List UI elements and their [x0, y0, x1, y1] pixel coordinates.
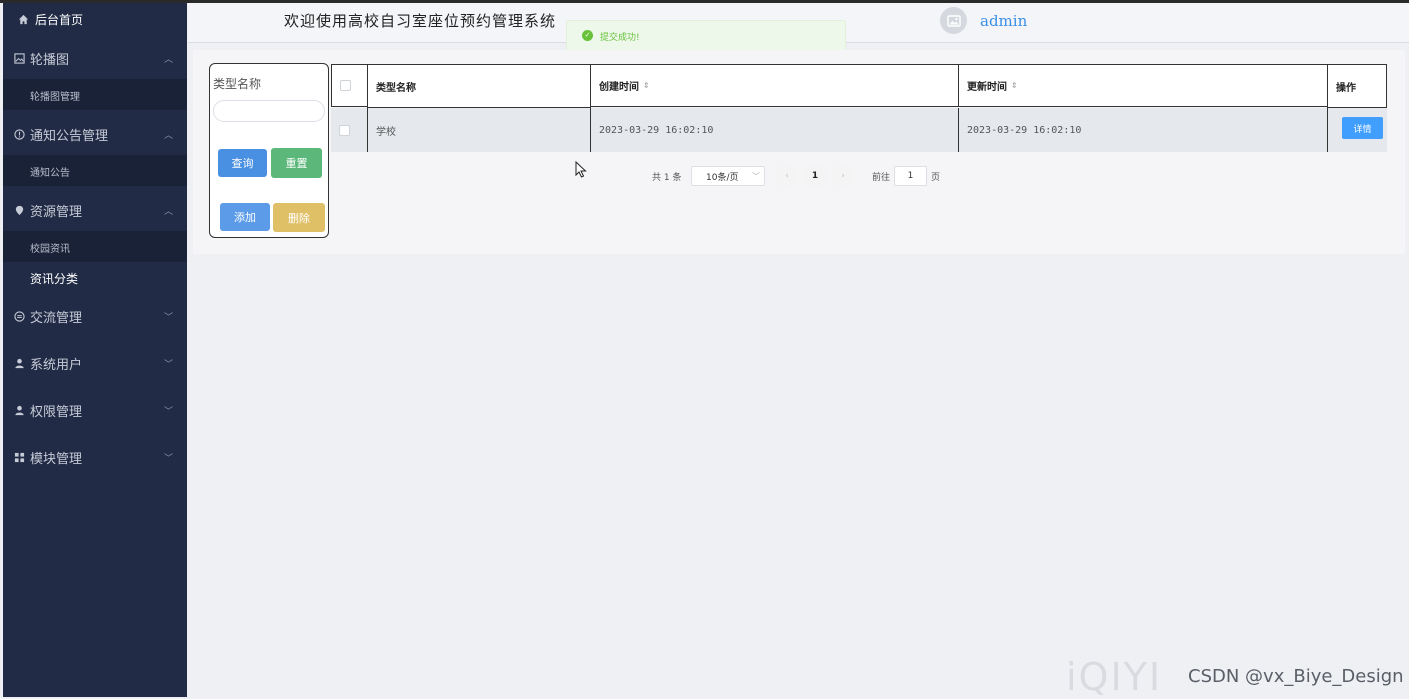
sort-icon[interactable]: ⇕: [1011, 81, 1018, 90]
query-button[interactable]: 查询: [218, 149, 267, 177]
chevron-up-icon: ︿: [164, 54, 174, 65]
iqiyi-watermark: iQIYI: [1066, 655, 1163, 699]
sidebar-group-label: 权限管理: [30, 404, 83, 420]
add-button[interactable]: 添加: [220, 203, 270, 231]
select-all-checkbox[interactable]: [340, 80, 351, 91]
sidebar-item-label: 后台首页: [35, 12, 84, 27]
sidebar-item-campus-news[interactable]: 校园资讯: [3, 231, 187, 262]
goto-label: 前往: [872, 172, 891, 183]
sidebar-group-label: 交流管理: [30, 310, 83, 326]
toast-message: 提交成功!: [600, 33, 640, 43]
sidebar: 后台首页 轮播图 ︿ 轮播图管理 通知公告管理 ︿ 通知公告 资源管理 ︿ 校园…: [3, 3, 187, 697]
prev-page-button[interactable]: ‹: [776, 166, 798, 186]
success-toast: ✓ 提交成功!: [566, 20, 846, 52]
chevron-down-icon: ﹀: [164, 406, 174, 417]
sidebar-item-notice[interactable]: 通知公告: [3, 155, 187, 186]
info-circle-icon: [13, 128, 25, 140]
chat-icon: [13, 310, 25, 322]
column-header[interactable]: 创建时间 ⇕: [590, 64, 959, 107]
cell-updated: 2023-03-29 16:02:10: [967, 124, 1082, 136]
data-table: 类型名称 创建时间 ⇕ 更新时间 ⇕ 操作 学校 2023-03-29 16:02:…: [331, 64, 1387, 152]
table-row[interactable]: 学校 2023-03-29 16:02:10 2023-03-29 16:02:…: [331, 108, 1387, 152]
sidebar-group-carousel[interactable]: 轮播图 ︿: [3, 50, 187, 68]
delete-button[interactable]: 删除: [273, 203, 325, 232]
row-checkbox[interactable]: [339, 124, 350, 136]
table-header: 类型名称 创建时间 ⇕ 更新时间 ⇕ 操作: [331, 64, 1387, 108]
column-header: 操作: [1327, 64, 1387, 108]
column-header[interactable]: 更新时间 ⇕: [958, 64, 1328, 107]
goto-page-input[interactable]: 1: [894, 166, 927, 186]
sidebar-group-notice[interactable]: 通知公告管理 ︿: [3, 126, 187, 144]
page-number-current[interactable]: 1: [803, 166, 827, 186]
chevron-down-icon: ﹀: [752, 171, 760, 181]
chevron-down-icon: ﹀: [164, 453, 174, 464]
chevron-down-icon: ﹀: [164, 312, 174, 323]
sidebar-group-system-users[interactable]: 系统用户 ﹀: [3, 355, 187, 373]
image-icon: [13, 52, 25, 64]
column-header: 类型名称: [367, 64, 591, 108]
next-page-button[interactable]: ›: [832, 166, 854, 186]
pagination-total: 共 1 条: [652, 172, 682, 183]
sidebar-group-label: 通知公告管理: [30, 128, 109, 144]
user-icon: [13, 404, 25, 416]
header-checkbox-cell: [331, 64, 368, 107]
grid-icon: [13, 451, 25, 463]
page-size-select[interactable]: 10条/页 ﹀: [691, 166, 765, 186]
reset-button[interactable]: 重置: [271, 148, 322, 178]
location-pin-icon: [13, 204, 25, 216]
sidebar-group-label: 系统用户: [30, 357, 83, 373]
chevron-up-icon: ︿: [164, 206, 174, 217]
mouse-cursor-icon: [575, 161, 587, 178]
sidebar-group-label: 资源管理: [30, 204, 83, 220]
search-label: 类型名称: [213, 77, 262, 91]
check-circle-icon: ✓: [582, 30, 593, 41]
sidebar-group-label: 模块管理: [30, 451, 83, 467]
chevron-up-icon: ︿: [164, 130, 174, 141]
cell-created: 2023-03-29 16:02:10: [599, 124, 714, 136]
sidebar-group-exchange[interactable]: 交流管理 ﹀: [3, 308, 187, 326]
sidebar-group-permissions[interactable]: 权限管理 ﹀: [3, 402, 187, 420]
image-placeholder-icon: [946, 14, 961, 27]
cell-type-name: 学校: [376, 126, 396, 138]
detail-button[interactable]: 详情: [1342, 117, 1383, 139]
sidebar-group-label: 轮播图: [30, 52, 70, 68]
avatar[interactable]: [940, 7, 967, 34]
sort-icon[interactable]: ⇕: [643, 81, 650, 90]
sidebar-group-modules[interactable]: 模块管理 ﹀: [3, 449, 187, 467]
page-unit-label: 页: [931, 172, 941, 183]
sidebar-group-resource[interactable]: 资源管理 ︿: [3, 202, 187, 220]
username[interactable]: admin: [980, 12, 1027, 30]
page-title: 欢迎使用高校自习室座位预约管理系统: [284, 12, 557, 30]
sidebar-item-carousel-manage[interactable]: 轮播图管理: [3, 79, 187, 110]
type-name-input[interactable]: [213, 100, 325, 122]
row-checkbox-cell: [331, 108, 368, 152]
column-divider: [1327, 108, 1328, 152]
csdn-watermark: CSDN @vx_Biye_Design: [1188, 666, 1404, 687]
home-icon: [17, 13, 29, 25]
sidebar-item-news-category[interactable]: 资讯分类: [30, 270, 78, 287]
chevron-down-icon: ﹀: [164, 359, 174, 370]
user-icon: [13, 357, 25, 369]
sidebar-item-home[interactable]: 后台首页: [3, 11, 187, 27]
